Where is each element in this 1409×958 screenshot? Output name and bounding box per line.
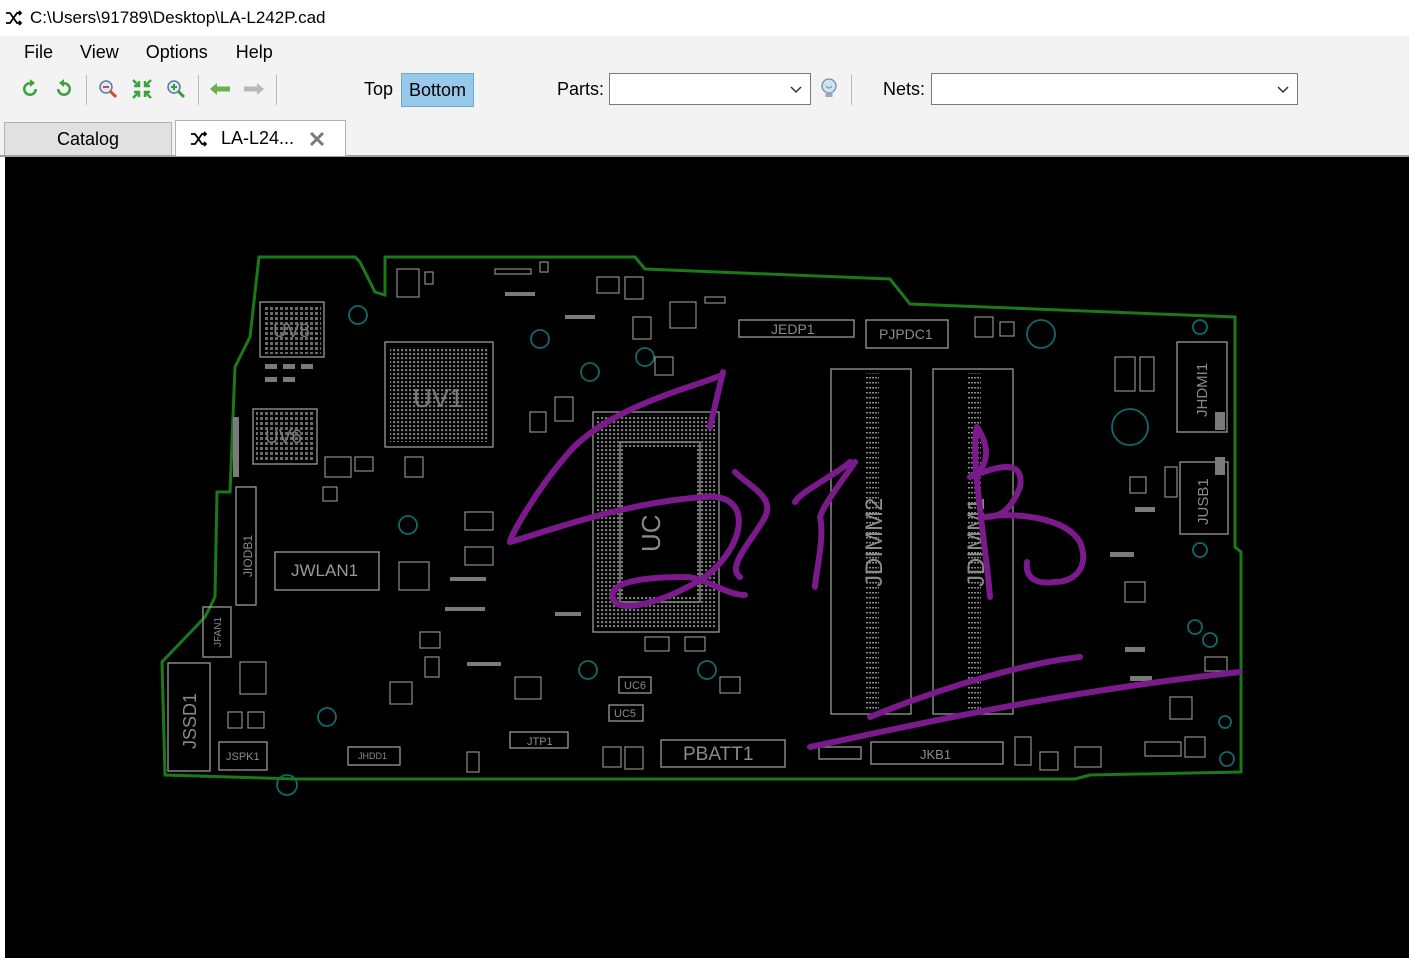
board-drawing[interactable]: UV8 UV6 UV1 UC JEDP1 PJPDC1 JHDMI1 JUSB1… [5,157,1409,958]
zoom-in-icon[interactable] [94,75,122,103]
label-jedp1: JEDP1 [771,321,815,337]
layer-top-button[interactable]: Top [357,73,400,105]
toolbar: Top Bottom Parts: Nets: [0,69,1409,111]
rotate-icon[interactable] [50,75,78,103]
label-jusb1: JUSB1 [1195,478,1212,525]
label-jdimm2: JDIMM2 [861,498,888,587]
title-bar: C:\Users\91789\Desktop\LA-L242P.cad [0,0,1409,36]
label-jiodb1: JIODB1 [241,535,255,577]
menu-file[interactable]: File [0,42,80,63]
label-uc5: UC5 [614,708,636,720]
fit-icon[interactable] [128,75,156,103]
label-uv8: UV8 [273,321,310,342]
close-icon[interactable] [308,130,326,148]
layer-bottom-button[interactable]: Bottom [401,73,475,107]
document-tabstrip: Catalog LA-L24... [0,111,1409,157]
label-uv6: UV6 [265,427,302,448]
toolbar-separator [276,75,277,105]
board-canvas[interactable]: UV8 UV6 UV1 UC JEDP1 PJPDC1 JHDMI1 JUSB1… [5,157,1409,958]
label-jspk1: JSPK1 [226,751,260,763]
parts-label: Parts: [557,79,605,99]
label-uv1: UV1 [413,383,464,413]
label-jssd1: JSSD1 [180,693,200,749]
menu-bar: File View Options Help [0,36,1409,69]
label-jwlan1: JWLAN1 [291,561,358,580]
menu-options[interactable]: Options [146,42,236,63]
back-arrow-icon[interactable] [206,75,234,103]
label-jkb1: JKB1 [920,747,951,762]
lightbulb-icon[interactable] [815,75,843,103]
nets-label: Nets: [883,79,926,99]
forward-arrow-icon[interactable] [240,75,268,103]
tab-catalog[interactable]: Catalog [4,122,172,155]
chevron-down-icon [790,86,802,94]
passive-pads [233,292,1225,681]
parts-combobox[interactable] [609,73,811,105]
shuffle-icon [191,130,208,147]
chevron-down-icon [1277,86,1289,94]
toolbar-separator [86,75,87,105]
zoom-out-icon[interactable] [162,75,190,103]
label-pjpdc1: PJPDC1 [879,326,933,342]
refresh-icon[interactable] [16,75,44,103]
label-pbatt1: PBATT1 [683,744,753,765]
label-jhdmi1: JHDMI1 [1194,363,1211,417]
toolbar-separator [851,75,852,105]
tab-label: LA-L24... [221,128,295,148]
label-jfan1: JFAN1 [213,617,224,647]
menu-help[interactable]: Help [236,42,301,63]
label-jhdd1: JHDD1 [358,751,387,761]
toolbar-separator [198,75,199,105]
shuffle-icon [6,10,23,26]
window-title: C:\Users\91789\Desktop\LA-L242P.cad [30,8,326,27]
label-uc: UC [636,514,666,552]
tab-label: Catalog [56,128,120,149]
menu-view[interactable]: View [80,42,146,63]
label-uc6: UC6 [624,680,646,692]
nets-combobox[interactable] [931,73,1298,105]
label-jtp1: JTP1 [527,736,553,748]
tab-document[interactable]: LA-L24... [175,120,346,156]
